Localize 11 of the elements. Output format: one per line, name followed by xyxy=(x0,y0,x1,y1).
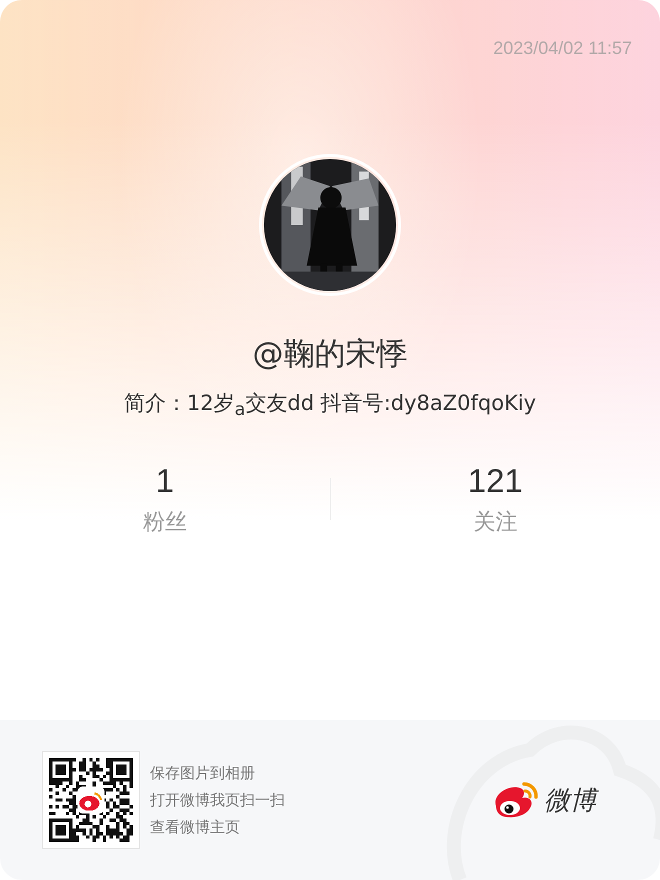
stat-count: 1 xyxy=(156,461,174,502)
instruction-text: 查看微博主页 xyxy=(150,816,241,838)
stat-count: 121 xyxy=(468,461,523,502)
stat-label: 关注 xyxy=(473,509,518,538)
instruction-text: 打开微博我页扫一扫 xyxy=(150,790,285,810)
stat-label: 粉丝 xyxy=(142,509,187,538)
bio-text: 简介：12岁$_{a}$交友dd 抖音号:dy8aZ0fqoKiy xyxy=(124,390,536,422)
qr-code-icon xyxy=(42,751,140,849)
username: @鞠的宋悸 xyxy=(252,335,408,374)
timestamp: 2023/04/02 11:57 xyxy=(493,38,632,60)
instruction-text: 保存图片到相册 xyxy=(150,762,256,784)
